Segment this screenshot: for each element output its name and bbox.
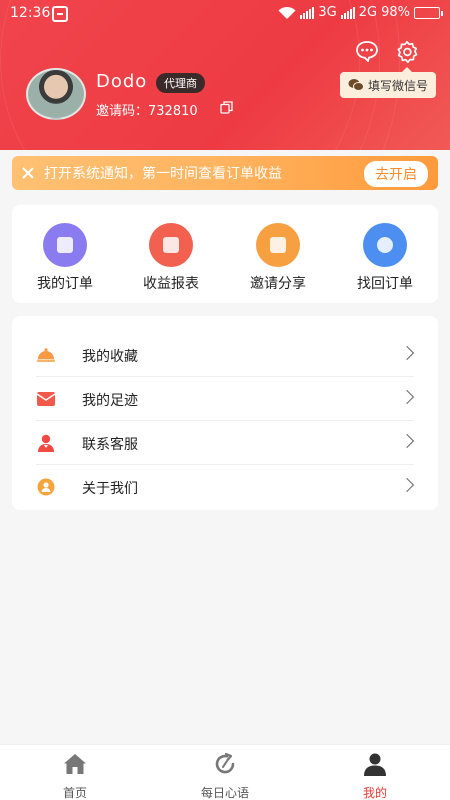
chevron-right-icon <box>399 389 415 405</box>
battery-icon <box>414 6 443 19</box>
wechat-icon <box>348 79 364 91</box>
menu-label-footprint: 我的足迹 <box>82 393 138 409</box>
fill-wechat-button[interactable]: 填写微信号 <box>340 67 436 98</box>
menu-item-about-us[interactable]: 关于我们 <box>12 465 438 509</box>
notification-text: 打开系统通知，第一时间查看订单收益 <box>44 166 282 182</box>
wifi-icon <box>278 6 296 19</box>
signal-icon <box>300 6 315 19</box>
username: Dodo <box>96 71 148 92</box>
favorites-icon <box>37 348 55 362</box>
tab-mine-label: 我的 <box>362 786 387 800</box>
bottom-tab-bar: 首页 每日心语 我的 <box>0 744 450 800</box>
customer-service-icon <box>38 434 54 452</box>
message-icon[interactable] <box>355 40 379 62</box>
daily-quote-icon <box>215 752 235 774</box>
my-orders-icon <box>43 223 87 267</box>
invite-share-label: 邀请分享 <box>250 276 306 292</box>
invite-code-value: 732810 <box>148 104 198 119</box>
tab-mine[interactable]: 我的 <box>330 751 420 800</box>
menu-label-about-us: 关于我们 <box>82 481 138 497</box>
notification-banner: 打开系统通知，第一时间查看订单收益 去开启 <box>12 156 438 190</box>
menu-item-customer-service[interactable]: 联系客服 <box>12 421 438 465</box>
earnings-report-button[interactable]: 收益报表 <box>118 205 224 303</box>
my-orders-label: 我的订单 <box>37 276 93 292</box>
battery-percent: 98% <box>381 5 410 20</box>
network-2-label: 2G <box>358 5 378 20</box>
fill-wechat-label: 填写微信号 <box>367 78 428 93</box>
about-us-icon <box>37 478 55 496</box>
tab-daily-quote[interactable]: 每日心语 <box>180 751 270 800</box>
invite-code-row: 邀请码：732810 <box>96 100 198 119</box>
retrieve-order-button[interactable]: 找回订单 <box>332 205 438 303</box>
avatar[interactable] <box>26 68 86 120</box>
signal-icon <box>340 6 355 19</box>
role-badge: 代理商 <box>156 73 205 93</box>
tab-home[interactable]: 首页 <box>30 751 120 800</box>
menu-label-customer-service: 联系客服 <box>82 437 138 453</box>
gear-icon[interactable] <box>395 40 419 64</box>
earnings-report-icon <box>149 223 193 267</box>
my-orders-button[interactable]: 我的订单 <box>12 205 118 303</box>
tab-daily-quote-label: 每日心语 <box>200 786 249 800</box>
enable-notification-button[interactable]: 去开启 <box>364 161 428 187</box>
invite-share-icon <box>256 223 300 267</box>
status-bar: 12:36 3G 2G 98% <box>0 0 450 28</box>
menu-item-favorites[interactable]: 我的收藏 <box>12 333 438 377</box>
footprint-icon <box>36 392 56 406</box>
tab-home-label: 首页 <box>62 786 87 800</box>
profile-header: 12:36 3G 2G 98% 填写微信号 Dodo 代理商 邀请码：73281… <box>0 0 450 150</box>
status-right: 3G 2G 98% <box>278 5 443 20</box>
menu-card: 我的收藏 我的足迹 联系客服 关于我们 <box>12 316 438 510</box>
retrieve-order-label: 找回订单 <box>357 276 413 292</box>
menu-item-footprint[interactable]: 我的足迹 <box>12 377 438 421</box>
menu-label-favorites: 我的收藏 <box>82 349 138 365</box>
home-icon <box>64 754 86 774</box>
chevron-right-icon <box>399 477 415 493</box>
close-icon[interactable] <box>22 167 34 179</box>
chevron-right-icon <box>399 345 415 361</box>
chevron-right-icon <box>399 433 415 449</box>
invite-share-button[interactable]: 邀请分享 <box>225 205 331 303</box>
invite-code-label: 邀请码： <box>96 104 149 119</box>
orders-card: 我的订单 收益报表 邀请分享 找回订单 <box>12 205 438 303</box>
retrieve-order-icon <box>363 223 407 267</box>
network-1-label: 3G <box>318 5 337 20</box>
copy-icon[interactable] <box>220 101 233 114</box>
scan-icon <box>52 6 68 22</box>
mine-icon <box>364 753 386 776</box>
earnings-report-label: 收益报表 <box>143 276 199 292</box>
status-time: 12:36 <box>10 5 51 21</box>
